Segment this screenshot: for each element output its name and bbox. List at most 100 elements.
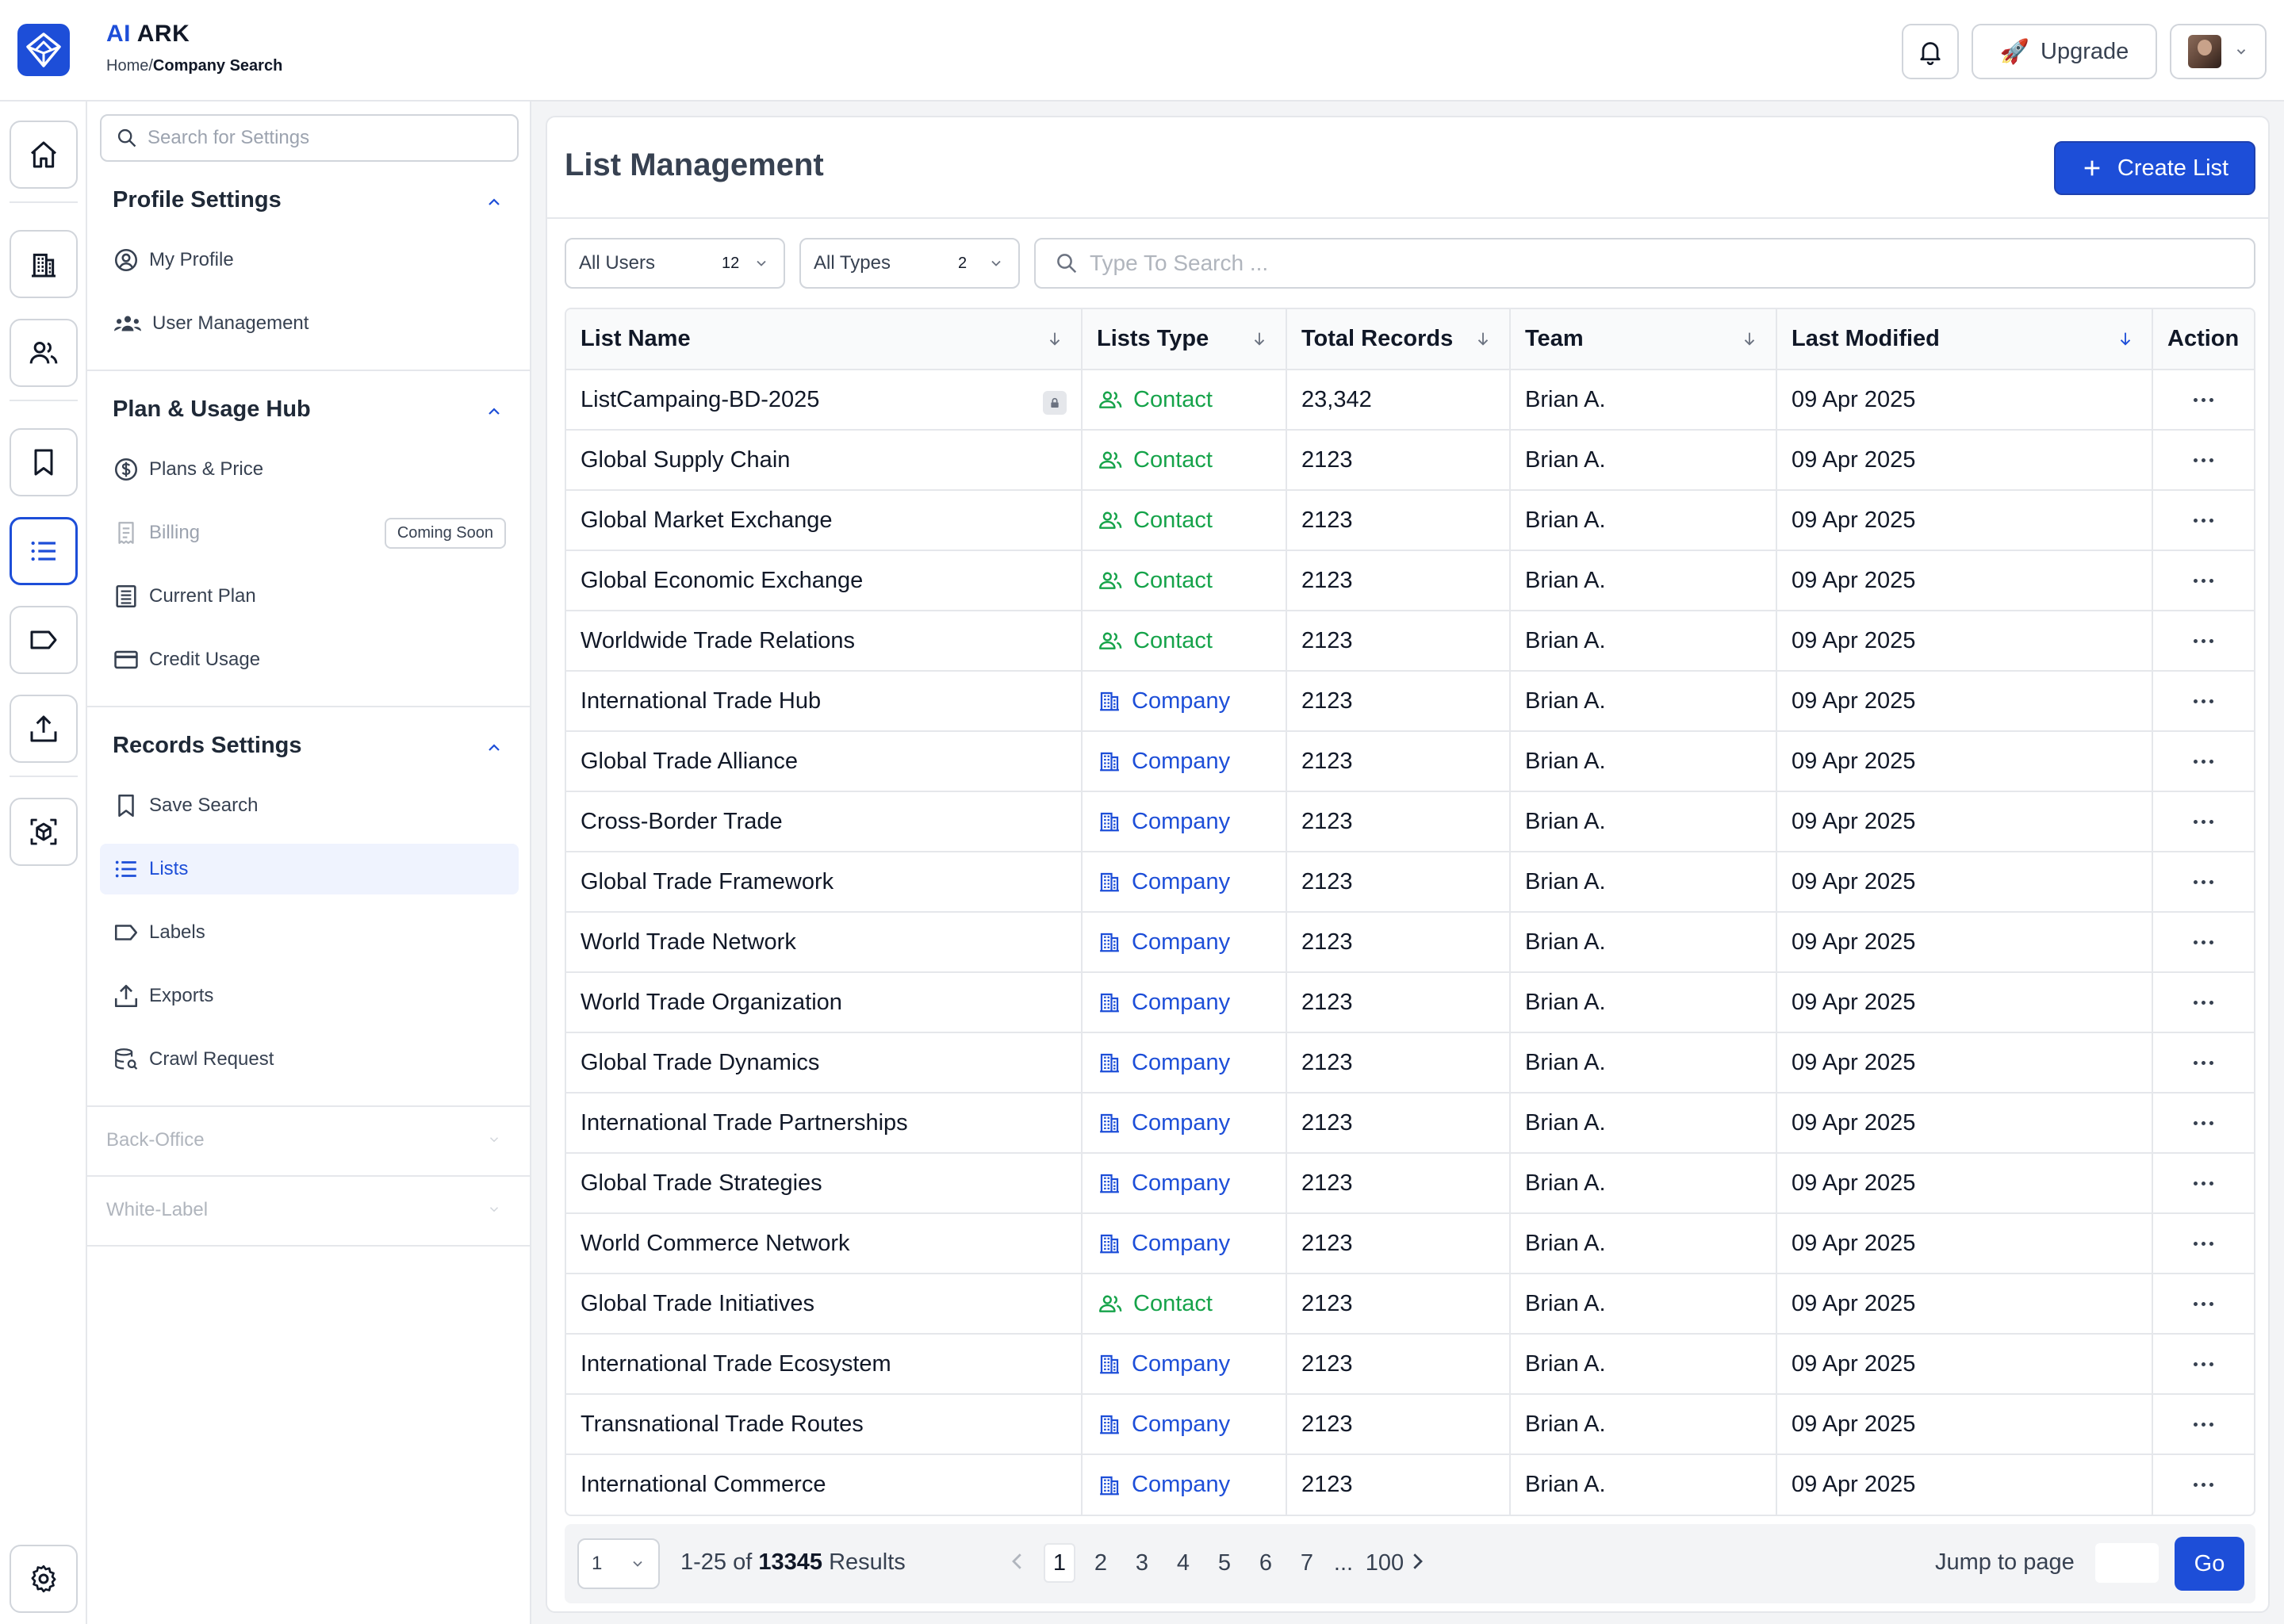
cell-list-name[interactable]: Global Trade Framework xyxy=(566,852,1083,913)
profile-collapse-toggle[interactable] xyxy=(481,189,508,216)
cell-list-name[interactable]: Cross-Border Trade xyxy=(566,791,1083,852)
sort-arrow-icon[interactable] xyxy=(1046,330,1063,347)
more-actions-icon[interactable] xyxy=(2167,578,2240,583)
cell-list-name[interactable]: International Trade Partnerships xyxy=(566,1093,1083,1154)
breadcrumb-home[interactable]: Home/ xyxy=(106,57,153,75)
cell-list-name[interactable]: International Trade Ecosystem xyxy=(566,1334,1083,1395)
page-number[interactable]: 3 xyxy=(1126,1543,1158,1583)
settings-item-labels[interactable]: Labels xyxy=(100,907,519,958)
settings-item-user-management[interactable]: User Management xyxy=(100,298,519,349)
sort-arrow-icon[interactable] xyxy=(2117,330,2134,347)
table-row[interactable]: ListCampaing-BD-2025 Contact 23,342 Brian A… xyxy=(566,370,2254,431)
column-header-lists-type[interactable]: Lists Type xyxy=(1082,309,1287,370)
settings-item-plans-price[interactable]: Plans & Price xyxy=(100,444,519,495)
cell-list-name[interactable]: Global Trade Dynamics xyxy=(566,1032,1083,1094)
page-number[interactable]: 5 xyxy=(1209,1543,1240,1583)
column-header-team[interactable]: Team xyxy=(1510,309,1777,370)
list-search-box[interactable] xyxy=(1034,238,2255,289)
settings-item-current-plan[interactable]: Current Plan xyxy=(100,571,519,622)
page-number[interactable]: 1 xyxy=(1044,1543,1075,1583)
notifications-button[interactable] xyxy=(1902,24,1959,79)
table-row[interactable]: Global Trade Alliance Company 2123 Brian A.… xyxy=(566,731,2254,792)
rail-lists-button[interactable] xyxy=(10,517,78,585)
rail-exports-button[interactable] xyxy=(10,695,78,763)
table-row[interactable]: World Commerce Network Company 2123 Brian A… xyxy=(566,1213,2254,1274)
more-actions-icon[interactable] xyxy=(2167,759,2240,764)
table-row[interactable]: Transnational Trade Routes Company 2123 Bri… xyxy=(566,1394,2254,1455)
rail-labels-button[interactable] xyxy=(10,606,78,674)
chevron-right-icon[interactable] xyxy=(1405,1549,1429,1573)
page-number[interactable]: 7 xyxy=(1291,1543,1323,1583)
more-actions-icon[interactable] xyxy=(2167,1422,2240,1427)
more-actions-icon[interactable] xyxy=(2167,518,2240,523)
table-row[interactable]: Worldwide Trade Relations Contact 2123 Bria… xyxy=(566,611,2254,672)
table-row[interactable]: World Trade Organization Company 2123 Brian… xyxy=(566,972,2254,1033)
more-actions-icon[interactable] xyxy=(2167,699,2240,703)
settings-item-credit-usage[interactable]: Credit Usage xyxy=(100,634,519,685)
more-actions-icon[interactable] xyxy=(2167,397,2240,402)
types-filter-select[interactable]: All Types 2 xyxy=(799,238,1020,289)
table-row[interactable]: International Trade Partnerships Company 2… xyxy=(566,1093,2254,1154)
table-row[interactable]: Global Economic Exchange Contact 2123 Brian… xyxy=(566,550,2254,611)
table-row[interactable]: International Trade Ecosystem Company 2123… xyxy=(566,1334,2254,1395)
users-filter-select[interactable]: All Users 12 xyxy=(565,238,785,289)
cell-list-name[interactable]: Global Supply Chain xyxy=(566,430,1083,491)
cell-list-name[interactable]: Global Market Exchange xyxy=(566,490,1083,551)
sort-arrow-icon[interactable] xyxy=(1474,330,1492,347)
sort-arrow-icon[interactable] xyxy=(1251,330,1268,347)
sort-arrow-icon[interactable] xyxy=(1741,330,1758,347)
cell-list-name[interactable]: Global Trade Strategies xyxy=(566,1153,1083,1214)
upgrade-button[interactable]: 🚀 Upgrade xyxy=(1972,24,2157,79)
table-row[interactable]: Global Market Exchange Contact 2123 Brian A… xyxy=(566,490,2254,551)
rail-contacts-button[interactable] xyxy=(10,319,78,387)
page-number[interactable]: 2 xyxy=(1085,1543,1117,1583)
user-menu-button[interactable] xyxy=(2170,24,2267,79)
cell-list-name[interactable]: World Trade Organization xyxy=(566,972,1083,1033)
cell-list-name[interactable]: Global Trade Initiatives xyxy=(566,1274,1083,1335)
rail-settings-button[interactable] xyxy=(10,1545,78,1613)
chevron-left-icon[interactable] xyxy=(1006,1549,1029,1573)
more-actions-icon[interactable] xyxy=(2167,1000,2240,1005)
more-actions-icon[interactable] xyxy=(2167,940,2240,944)
more-actions-icon[interactable] xyxy=(2167,1181,2240,1185)
table-row[interactable]: World Trade Network Company 2123 Brian A. 09… xyxy=(566,912,2254,973)
cell-list-name[interactable]: World Trade Network xyxy=(566,912,1083,973)
table-row[interactable]: Global Trade Strategies Company 2123 Brian … xyxy=(566,1153,2254,1214)
per-page-select[interactable]: 1 xyxy=(577,1538,660,1589)
cell-list-name[interactable]: International Commerce xyxy=(566,1454,1083,1515)
table-row[interactable]: Cross-Border Trade Company 2123 Brian A. 09 … xyxy=(566,791,2254,852)
settings-item-exports[interactable]: Exports xyxy=(100,971,519,1021)
table-row[interactable]: Global Trade Dynamics Company 2123 Brian A.… xyxy=(566,1032,2254,1094)
cell-list-name[interactable]: Global Economic Exchange xyxy=(566,550,1083,611)
cell-list-name[interactable]: World Commerce Network xyxy=(566,1213,1083,1274)
cell-list-name[interactable]: International Trade Hub xyxy=(566,671,1083,732)
cell-list-name[interactable]: Global Trade Alliance xyxy=(566,731,1083,792)
rail-saved-button[interactable] xyxy=(10,428,78,496)
column-header-total-records[interactable]: Total Records xyxy=(1286,309,1511,370)
plan-collapse-toggle[interactable] xyxy=(481,398,508,425)
table-row[interactable]: Global Supply Chain Contact 2123 Brian A. 09… xyxy=(566,430,2254,491)
settings-search[interactable] xyxy=(100,114,519,162)
more-actions-icon[interactable] xyxy=(2167,1241,2240,1246)
go-button[interactable]: Go xyxy=(2175,1537,2244,1591)
more-actions-icon[interactable] xyxy=(2167,1060,2240,1065)
settings-item-crawl-request[interactable]: Crawl Request xyxy=(100,1034,519,1085)
rail-companies-button[interactable] xyxy=(10,230,78,298)
page-number[interactable]: 6 xyxy=(1250,1543,1282,1583)
page-number[interactable]: 4 xyxy=(1167,1543,1199,1583)
column-header-list-name[interactable]: List Name xyxy=(566,309,1083,370)
settings-item-lists[interactable]: Lists xyxy=(100,844,519,894)
cell-list-name[interactable]: Worldwide Trade Relations xyxy=(566,611,1083,672)
more-actions-icon[interactable] xyxy=(2167,1120,2240,1125)
more-actions-icon[interactable] xyxy=(2167,458,2240,462)
settings-item-save-search[interactable]: Save Search xyxy=(100,780,519,831)
settings-item-my-profile[interactable]: My Profile xyxy=(100,235,519,285)
more-actions-icon[interactable] xyxy=(2167,879,2240,884)
more-actions-icon[interactable] xyxy=(2167,1301,2240,1306)
table-row[interactable]: Global Trade Initiatives Contact 2123 Brian… xyxy=(566,1274,2254,1335)
rail-crawl-button[interactable] xyxy=(10,798,78,866)
more-actions-icon[interactable] xyxy=(2167,638,2240,643)
list-search-input[interactable] xyxy=(1090,251,2200,276)
cell-list-name[interactable]: ListCampaing-BD-2025 xyxy=(566,370,1083,431)
table-row[interactable]: Global Trade Framework Company 2123 Brian A… xyxy=(566,852,2254,913)
